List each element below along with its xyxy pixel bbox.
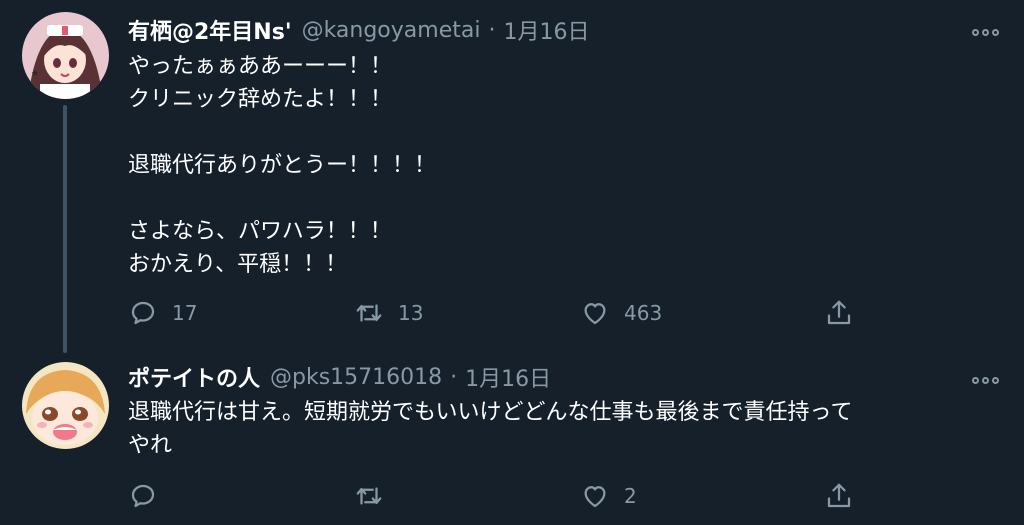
reply-icon [131, 301, 155, 325]
tweet-text-line: やれ [128, 433, 173, 458]
tweet-actions: 17 13 463 [128, 297, 868, 329]
separator-dot: · [450, 364, 458, 390]
reply-button[interactable] [128, 480, 172, 512]
share-icon [827, 483, 851, 508]
tweet[interactable]: ★ 有栖@2年目Ns' @kangoyametai · 1月16日 やったぁぁあ… [0, 0, 1024, 353]
retweet-button[interactable] [354, 480, 398, 512]
user-handle[interactable]: @kangoyametai [302, 18, 481, 43]
tweet-text: 退職代行は甘え。短期就労でもいいけどどんな仕事も最後まで責任持って やれ [128, 396, 988, 462]
retweet-button[interactable]: 13 [354, 297, 423, 329]
thread-connector-line [63, 105, 67, 353]
tweet[interactable]: ポテイトの人 @pks15716018 · 1月16日 退職代行は甘え。短期就労… [0, 352, 1024, 525]
more-options-icon[interactable] [970, 370, 1000, 390]
tweet-text-line: 退職代行は甘え。短期就労でもいいけどどんな仕事も最後まで責任持って [128, 400, 853, 425]
tweet-header: 有栖@2年目Ns' @kangoyametai · 1月16日 [128, 14, 589, 46]
tweet-actions: 2 [128, 480, 868, 512]
share-button[interactable] [824, 297, 854, 329]
tweet-header: ポテイトの人 @pks15716018 · 1月16日 [128, 361, 551, 393]
timestamp[interactable]: 1月16日 [503, 14, 589, 46]
retweet-count: 13 [398, 301, 424, 325]
reply-count: 17 [172, 301, 198, 325]
display-name[interactable]: 有栖@2年目Ns' [128, 14, 292, 46]
tweet-text-line: クリニック辞めたよ！！！ [128, 87, 393, 112]
tweet-text-line: おかえり、平穏！！！ [128, 252, 348, 277]
tweet-text-line: 退職代行ありがとうー！！！！ [128, 153, 437, 178]
retweet-icon [356, 487, 382, 505]
like-icon [584, 303, 606, 325]
svg-text:★: ★ [31, 69, 39, 79]
display-name[interactable]: ポテイトの人 [128, 361, 260, 393]
avatar[interactable]: ★ [22, 12, 109, 99]
share-icon [827, 300, 851, 325]
tweet-text: やったぁぁああーーー！！ クリニック辞めたよ！！！ 退職代行ありがとうー！！！！… [128, 50, 988, 281]
like-count: 2 [624, 484, 637, 508]
reply-icon [131, 484, 155, 508]
user-handle[interactable]: @pks15716018 [270, 365, 442, 390]
tweet-text-line [128, 116, 988, 149]
like-button[interactable]: 463 [580, 297, 662, 329]
tweet-text-line: さよなら、パワハラ！！！ [128, 219, 392, 244]
tweet-text-line [128, 182, 988, 215]
separator-dot: · [488, 17, 496, 43]
retweet-icon [356, 304, 382, 322]
share-button[interactable] [824, 480, 854, 512]
like-count: 463 [624, 301, 663, 325]
like-button[interactable]: 2 [580, 480, 637, 512]
reply-button[interactable]: 17 [128, 297, 197, 329]
like-icon [584, 486, 606, 508]
timestamp[interactable]: 1月16日 [465, 361, 551, 393]
more-options-icon[interactable] [970, 22, 1000, 42]
avatar[interactable] [22, 362, 109, 449]
tweet-text-line: やったぁぁああーーー！！ [128, 54, 393, 79]
